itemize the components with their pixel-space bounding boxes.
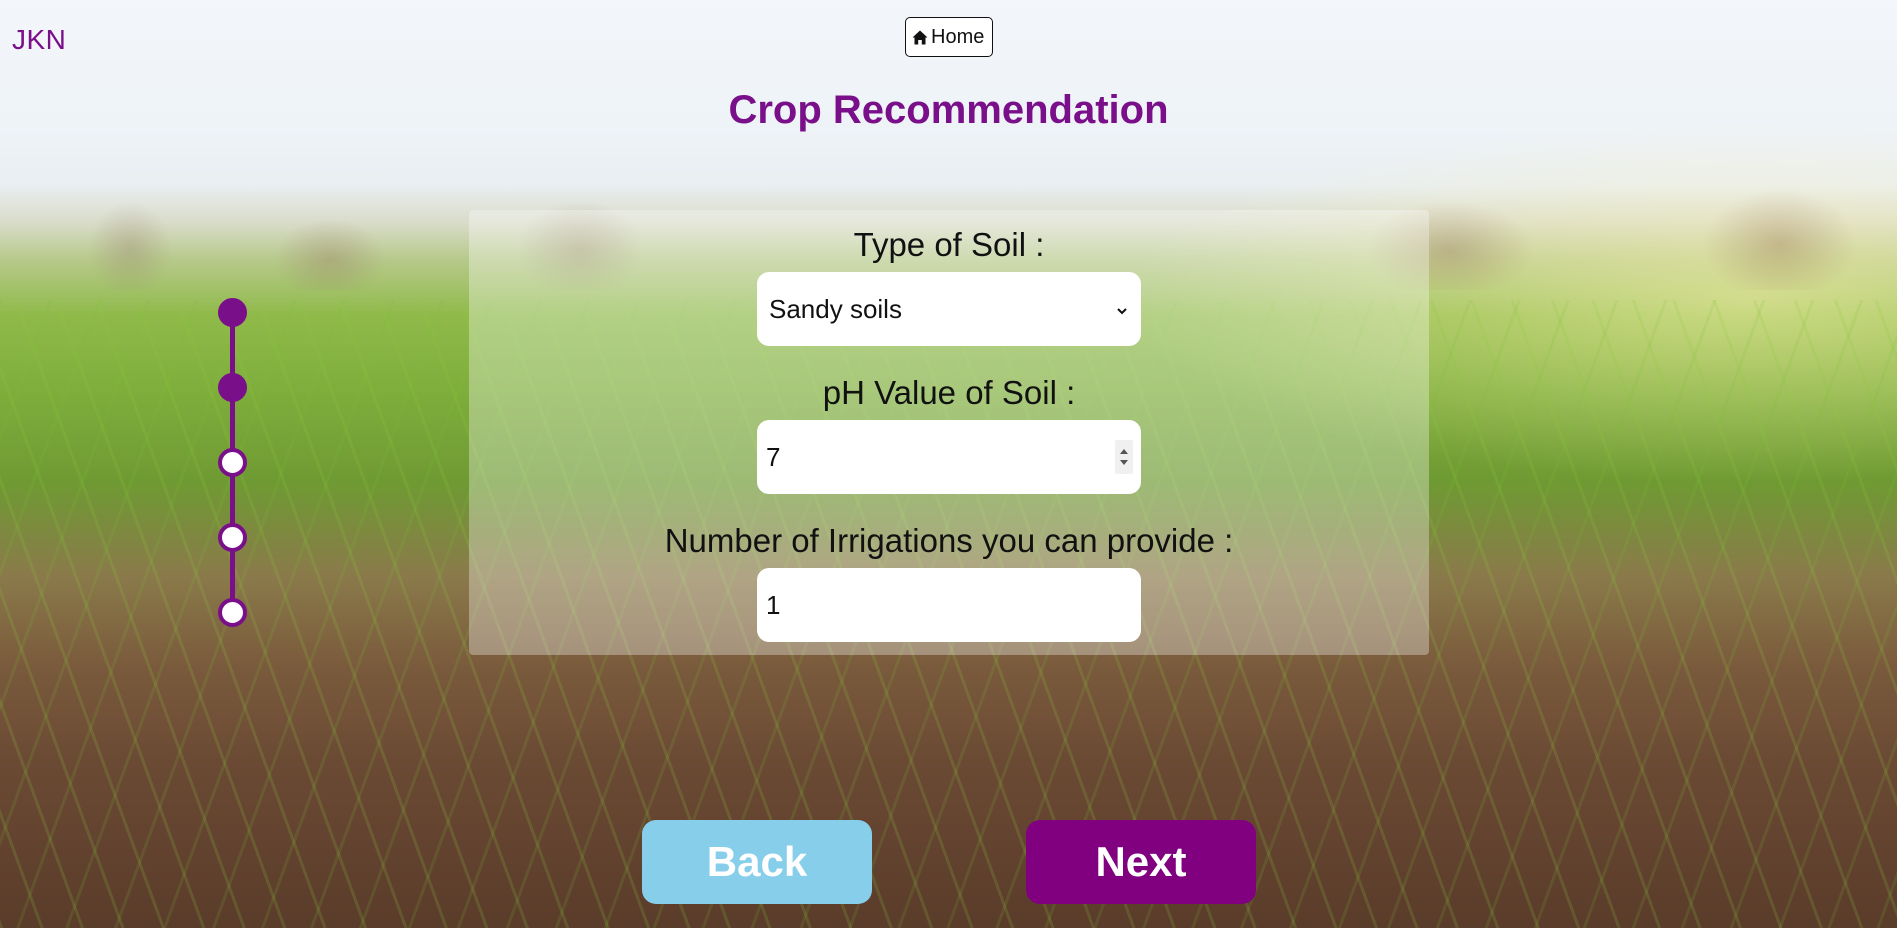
soil-type-select[interactable]: Sandy soils xyxy=(757,272,1141,346)
step-5-pending xyxy=(218,598,247,627)
soil-type-selected-value: Sandy soils xyxy=(769,293,902,324)
ph-value-label: pH Value of Soil : xyxy=(822,374,1076,411)
irrigations-input[interactable]: 1 xyxy=(757,568,1141,642)
page-background: JKN Home Crop Recommendation Type of Soi… xyxy=(0,0,1897,928)
spinner-up-icon[interactable] xyxy=(1120,449,1128,454)
ph-value-text: 7 xyxy=(766,441,781,472)
home-button[interactable]: Home xyxy=(905,17,994,57)
home-button-label: Home xyxy=(931,25,985,48)
progress-stepper xyxy=(218,298,248,628)
ph-value-input[interactable]: 7 xyxy=(757,420,1141,494)
irrigations-label: Number of Irrigations you can provide : xyxy=(664,522,1234,559)
irrigations-value-text: 1 xyxy=(766,589,781,620)
page-title: Crop Recommendation xyxy=(728,88,1169,132)
step-1-completed xyxy=(218,298,247,327)
brand-logo[interactable]: JKN xyxy=(12,24,66,56)
spinner-down-icon[interactable] xyxy=(1120,460,1128,465)
next-button[interactable]: Next xyxy=(1026,820,1256,904)
chevron-down-icon xyxy=(1115,294,1129,325)
number-spinner-icon[interactable] xyxy=(1115,440,1133,474)
step-3-pending xyxy=(218,448,247,477)
back-button[interactable]: Back xyxy=(642,820,872,904)
step-4-pending xyxy=(218,523,247,552)
home-icon xyxy=(912,30,928,45)
soil-type-label: Type of Soil : xyxy=(853,226,1045,263)
step-2-completed xyxy=(218,373,247,402)
